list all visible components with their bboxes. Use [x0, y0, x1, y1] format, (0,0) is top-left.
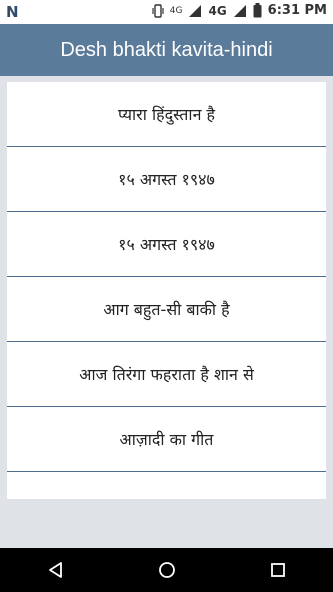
navigation-bar: [0, 548, 333, 592]
list-item[interactable]: प्यारा हिंदुस्तान है: [7, 82, 326, 147]
list-item-label: आज़ादी का गीत: [119, 430, 214, 449]
list-item[interactable]: …: [7, 472, 326, 500]
status-bar: N 4G 4G 6:31 PM: [0, 0, 333, 24]
back-icon[interactable]: [47, 561, 65, 579]
list-item-label: १५ अगस्त १९४७: [118, 235, 215, 254]
list-item-label: आज तिरंगा फहराता है शान से: [79, 365, 254, 384]
list-item-label: आग बहुत-सी बाकी है: [103, 300, 230, 319]
recents-icon[interactable]: [270, 562, 286, 578]
list-item[interactable]: १५ अगस्त १९४७: [7, 147, 326, 212]
vibrate-icon: [152, 3, 164, 18]
list-item-label: १५ अगस्त १९४७: [118, 170, 215, 189]
list-item[interactable]: आज़ादी का गीत: [7, 407, 326, 472]
page-title: Desh bhakti kavita-hindi: [60, 38, 273, 61]
list-item[interactable]: आग बहुत-सी बाकी है: [7, 277, 326, 342]
list-item[interactable]: १५ अगस्त १९४७: [7, 212, 326, 277]
app-bar: Desh bhakti kavita-hindi: [0, 24, 333, 76]
status-icons: 4G 4G 6:31 PM: [152, 3, 327, 18]
signal-icon: [188, 4, 202, 18]
poem-list: प्यारा हिंदुस्तान है १५ अगस्त १९४७ १५ अग…: [7, 82, 326, 499]
home-icon[interactable]: [158, 561, 176, 579]
data-type-label: 4G: [208, 3, 227, 18]
signal-icon: [233, 4, 247, 18]
list-item-label: …: [159, 495, 175, 500]
app-notification-icon: N: [6, 3, 19, 21]
clock: 6:31 PM: [267, 3, 327, 18]
battery-icon: [253, 3, 262, 18]
list-item[interactable]: आज तिरंगा फहराता है शान से: [7, 342, 326, 407]
list-item-label: प्यारा हिंदुस्तान है: [117, 105, 216, 124]
network-type-label: 4G: [169, 5, 183, 16]
